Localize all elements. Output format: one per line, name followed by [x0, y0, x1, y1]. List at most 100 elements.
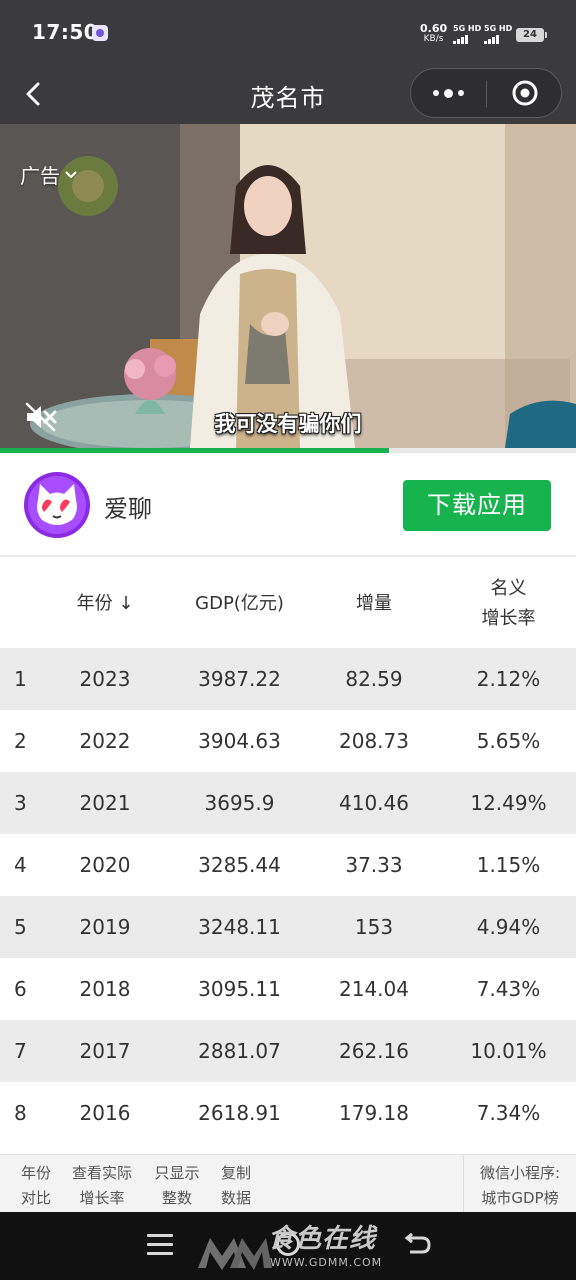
sim1-signal-icon: 5G HD [453, 24, 483, 44]
cell-rank: 2 [14, 729, 27, 753]
cell-gdp: 3904.63 [198, 729, 281, 753]
table-row: 1 2023 3987.22 82.59 2.12% [0, 648, 576, 710]
year-compare-button[interactable]: 年份 对比 [16, 1161, 56, 1211]
sim1-label: 5G HD [453, 24, 482, 33]
cell-gdp: 3285.44 [198, 853, 281, 877]
cell-rank: 3 [14, 791, 27, 815]
mini-program-line1: 微信小程序: [479, 1164, 561, 1182]
cell-rank: 5 [14, 915, 27, 939]
cell-growth: 4.94% [476, 915, 541, 939]
copy-data-line2: 数据 [220, 1189, 251, 1207]
column-header-year[interactable]: 年份 ↓ [38, 559, 172, 648]
cell-rank: 8 [14, 1101, 27, 1125]
table-row: 6 2018 3095.11 214.04 7.43% [0, 958, 576, 1020]
cell-rank: 1 [14, 667, 27, 691]
cell-increase: 82.59 [345, 667, 403, 691]
cell-rank: 4 [14, 853, 27, 877]
watermark-text: 食色在线 [268, 1224, 377, 1254]
real-growth-line1: 查看实际 [71, 1164, 132, 1182]
cell-gdp: 3695.9 [204, 791, 275, 815]
ad-label[interactable]: 广告 [20, 160, 78, 189]
back-arrow-icon[interactable] [402, 1232, 432, 1258]
table-row: 7 2017 2881.07 262.16 10.01% [0, 1020, 576, 1082]
cell-rank: 6 [14, 977, 27, 1001]
cell-gdp: 2618.91 [198, 1101, 281, 1125]
table-row: 3 2021 3695.9 410.46 12.49% [0, 772, 576, 834]
watermark-url: WWW.GDMM.COM [270, 1256, 383, 1269]
table-row: 8 2016 2618.91 179.18 7.34% [0, 1082, 576, 1144]
more-dot-icon [458, 90, 464, 96]
cell-increase: 208.73 [339, 729, 409, 753]
cell-increase: 262.16 [339, 1039, 409, 1063]
integers-only-line1: 只显示 [154, 1164, 200, 1182]
column-header-gdp[interactable]: GDP(亿元) [172, 559, 307, 648]
real-growth-line2: 增长率 [79, 1189, 125, 1207]
table-row: 4 2020 3285.44 37.33 1.15% [0, 834, 576, 896]
cell-gdp: 2881.07 [198, 1039, 281, 1063]
cell-growth: 2.12% [476, 667, 541, 691]
copy-data-line1: 复制 [220, 1164, 251, 1182]
integers-only-line2: 整数 [161, 1189, 192, 1207]
download-app-button[interactable]: 下载应用 [403, 480, 551, 531]
bottom-toolbar: 年份 对比 查看实际 增长率 只显示 整数 复制 数据 微信小程序: 城市GDP… [0, 1154, 576, 1213]
cell-growth: 7.34% [476, 1101, 541, 1125]
cell-gdp: 3987.22 [198, 667, 281, 691]
close-mini-program-button[interactable] [487, 69, 562, 117]
column-header-growth-line1: 名义 [490, 577, 527, 599]
cell-year: 2023 [79, 667, 131, 691]
column-header-growth-line2: 增长率 [481, 607, 536, 629]
cell-increase: 153 [354, 915, 394, 939]
menu-line-icon [147, 1234, 173, 1237]
table-row: 5 2019 3248.11 153 4.94% [0, 896, 576, 958]
mini-program-link[interactable]: 微信小程序: 城市GDP榜 [464, 1161, 576, 1211]
integers-only-button[interactable]: 只显示 整数 [150, 1161, 204, 1211]
app-download-banner: 爱聊 下载应用 [0, 453, 576, 557]
target-circle-icon [512, 80, 537, 106]
network-speed-unit: KB/s [423, 34, 444, 44]
network-speed-value: 0.60 [420, 22, 448, 35]
sim2-label: 5G HD [484, 24, 513, 33]
gdp-table: 年份 ↓ GDP(亿元) 增量 名义 增长率 1 2023 3987.22 82.59… [0, 559, 576, 1144]
more-dot-icon [444, 88, 453, 98]
table-body: 1 2023 3987.22 82.59 2.12% 2 2022 3904.63 208.73… [0, 648, 576, 1144]
cell-gdp: 3095.11 [198, 977, 281, 1001]
battery-level: 24 [523, 29, 537, 40]
cell-year: 2016 [79, 1101, 131, 1125]
column-header-growth[interactable]: 名义 增长率 [441, 559, 576, 648]
app-logo-icon[interactable] [24, 472, 90, 538]
battery-icon: 24 [516, 28, 547, 42]
recent-apps-button[interactable] [147, 1234, 173, 1256]
cell-increase: 410.46 [339, 791, 409, 815]
cell-growth: 12.49% [470, 791, 547, 815]
sim2-signal-icon: 5G HD [484, 24, 514, 44]
mini-program-capsule [410, 68, 562, 118]
network-speed: 0.60 KB/s [420, 22, 448, 44]
ad-video[interactable]: 广告 我可没有骗你们 [0, 124, 576, 448]
cell-year: 2017 [79, 1039, 131, 1063]
table-header: 年份 ↓ GDP(亿元) 增量 名义 增长率 [0, 559, 576, 648]
menu-line-icon [147, 1243, 173, 1246]
status-time: 17:50 [32, 20, 99, 44]
column-header-increase[interactable]: 增量 [307, 559, 441, 648]
more-options-button[interactable] [411, 69, 486, 117]
ad-label-text: 广告 [20, 164, 60, 188]
mini-program-line2: 城市GDP榜 [481, 1189, 559, 1207]
cell-increase: 37.33 [345, 853, 403, 877]
cell-increase: 179.18 [339, 1101, 409, 1125]
cell-growth: 5.65% [476, 729, 541, 753]
menu-line-icon [147, 1252, 173, 1255]
chevron-down-icon [65, 170, 77, 178]
app-name: 爱聊 [104, 495, 152, 523]
video-subtitle: 我可没有骗你们 [214, 412, 362, 436]
cell-growth: 10.01% [470, 1039, 547, 1063]
system-navigation-bar: 食色在线 WWW.GDMM.COM [0, 1212, 576, 1280]
cell-year: 2019 [79, 915, 131, 939]
more-dot-icon [433, 90, 439, 96]
notification-app-icon [92, 25, 108, 41]
copy-data-button[interactable]: 复制 数据 [216, 1161, 256, 1211]
status-bar: 17:50 0.60 KB/s 5G HD 5G HD 24 [0, 0, 576, 66]
real-growth-button[interactable]: 查看实际 增长率 [68, 1161, 136, 1211]
cell-growth: 7.43% [476, 977, 541, 1001]
cell-rank: 7 [14, 1039, 27, 1063]
cell-gdp: 3248.11 [198, 915, 281, 939]
